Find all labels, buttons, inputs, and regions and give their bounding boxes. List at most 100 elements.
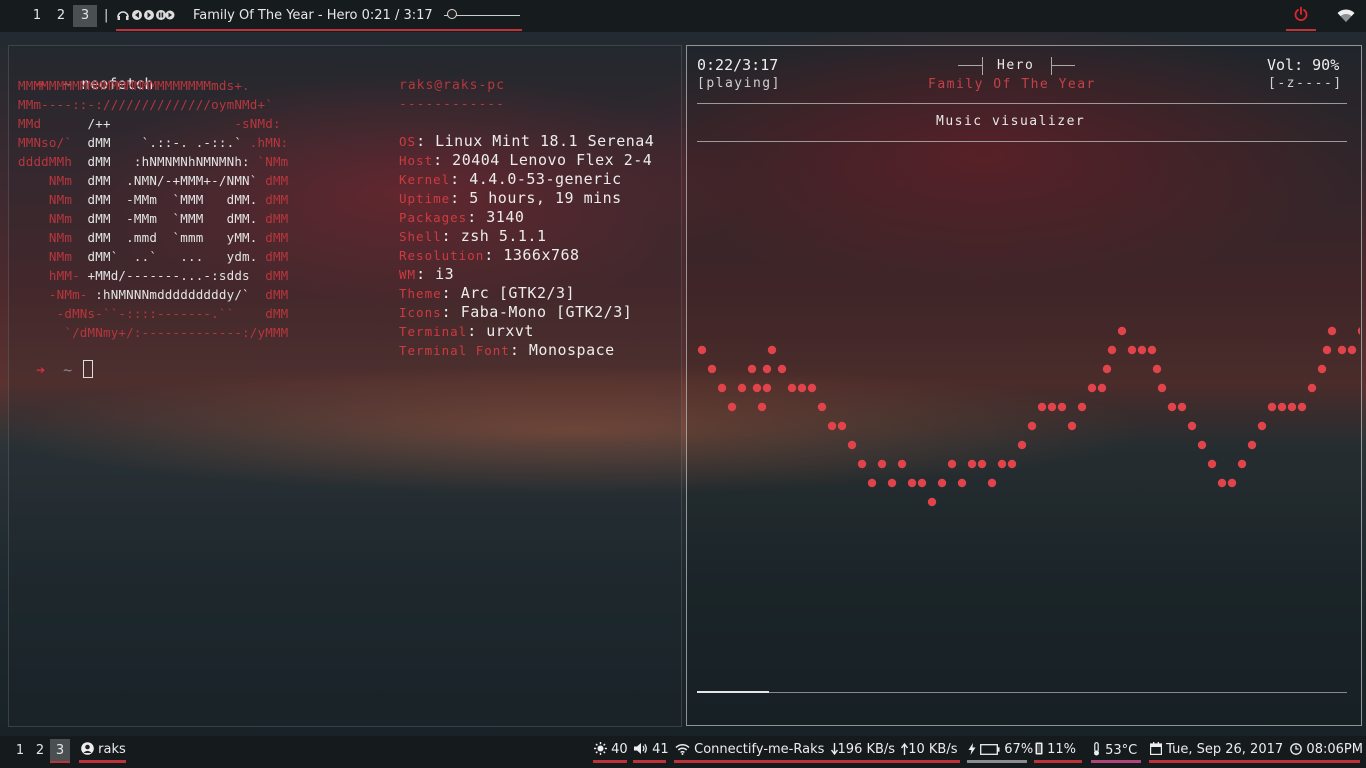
visualizer-dot [1067,421,1077,431]
logo-segment: MMm----::-://////////////oymNMd+` [18,97,273,112]
now-playing-text: Family Of The Year - Hero 0:21 / 3:17 [193,8,433,23]
workspace-3-button[interactable]: 3 [73,5,97,27]
visualizer-dot [827,421,837,431]
temperature-underline [1091,760,1141,763]
thermometer-icon [1094,742,1099,756]
info-colon: : [450,189,470,207]
speaker-icon [634,743,647,754]
info-value: 4.4.0-53-generic [469,170,622,188]
logo-segment: NMm [18,192,88,207]
visualizer-dot [747,364,757,374]
top-bar: 1 2 3 | Family Of The Year - Hero 0:21 /… [0,0,1366,32]
volume-value: 41 [652,742,669,757]
visualizer-dot [807,383,817,393]
workspace-1-button[interactable]: 1 [10,739,30,763]
visualizer-dot [997,459,1007,469]
visualizer-dot [1147,345,1157,355]
info-divider: ------------ [399,97,505,112]
visualizer-dot [1322,345,1332,355]
battery-indicator[interactable]: 67% [968,742,1033,757]
logo-segment: NMm [18,230,88,245]
visualizer-dot [1087,383,1097,393]
logo-segment: dMM .NMN/-+MMM+-/NMN` [87,173,266,188]
seek-knob[interactable] [447,9,457,19]
info-key: Terminal [399,324,468,339]
logo-segment: dMM -MMm `MMM dMM. [87,192,266,207]
logo-segment: dMM [265,211,289,226]
logo-line: -NMm- :hNMNNNmdddddddddy/` dMM [18,285,288,304]
visualizer-dot [1297,402,1307,412]
workspace-1-button[interactable]: 1 [25,5,49,27]
brightness-underline [593,760,627,763]
visualizer-dot [877,459,887,469]
playback-flags: [-z----] [1268,76,1343,91]
info-key: OS [399,134,417,149]
visualizer-dot [737,383,747,393]
visualizer-dot [857,459,867,469]
header-divider [697,103,1347,104]
download-arrow-icon [830,743,838,755]
elapsed-time: 0:22/3:17 [697,56,779,74]
power-icon[interactable] [1293,6,1309,22]
logo-segment: +MMd/-------...-:sdds [87,268,266,283]
progress-track[interactable] [697,692,1347,693]
visualizer-dot [927,497,937,507]
visualizer-dot [1102,364,1112,374]
date-value: Tue, Sep 26, 2017 [1166,742,1284,757]
bottom-bar: 1 2 3 raks 40 41 Connectify-me-Raks 196 … [0,736,1366,768]
info-colon: : [441,227,461,245]
terminal-active-prompt[interactable]: ➔ ~ [18,341,94,380]
media-buttons-icon[interactable] [117,9,175,21]
visualizer-dot [1152,364,1162,374]
visualizer-dot [817,402,827,412]
song-title: Hero [997,58,1035,73]
logo-segment: hMM- [18,268,88,283]
battery-icon [980,744,1000,755]
visualizer-dot [967,459,977,469]
visualizer-dot [752,383,762,393]
volume-indicator[interactable]: 41 [634,742,669,757]
logo-line: NMm dMM .NMN/-+MMM+-/NMN` dMM [18,171,288,190]
temperature-indicator[interactable]: 53°C [1092,742,1137,758]
info-value: urxvt [486,322,534,340]
info-row: Uptime: 5 hours, 19 mins [399,189,622,209]
wifi-icon[interactable] [1337,9,1355,23]
logo-segment: -NMm- [18,287,96,302]
visualizer-dot [1347,345,1357,355]
date-indicator[interactable]: Tue, Sep 26, 2017 08:06PM [1150,742,1363,757]
visualizer-dot [727,402,737,412]
logo-line: NMm dMM -MMm `MMM dMM. dMM [18,209,288,228]
terminal-cursor[interactable] [83,360,94,378]
logo-line: hMM- +MMd/-------...-:sdds dMM [18,266,288,285]
workspace-2-button[interactable]: 2 [30,739,50,763]
separator: | [104,8,109,23]
visualizer-dot [897,459,907,469]
cpu-indicator[interactable]: 11% [1035,742,1076,757]
visualizer-title: Music visualizer [936,114,1086,129]
visualizer-dot [1337,345,1347,355]
info-row: WM: i3 [399,265,454,285]
visualizer-dot [957,478,967,488]
title-deco-right-bar [1051,57,1052,75]
workspace-3-button[interactable]: 3 [50,739,70,763]
logo-segment: -dMNs-``-::::-------.`` [18,306,266,321]
logo-segment: MMMMMMMMMMMMMMMMMMMMMMMMMmds+. [18,78,250,93]
info-row: Terminal: urxvt [399,322,534,342]
brightness-indicator[interactable]: 40 [594,742,628,757]
workspace-2-button[interactable]: 2 [49,5,73,27]
logo-segment: dMM -MMm `MMM dMM. [87,211,266,226]
music-visualizer [697,326,1360,507]
logo-segment: MMNso/` [18,135,88,150]
user-host-text: raks@raks-pc [399,78,505,93]
visualizer-dot [1327,326,1337,336]
network-indicator[interactable]: Connectify-me-Raks 196 KB/s 10 KB/s [675,742,958,757]
volume-level[interactable]: Vol: 90% [1267,56,1339,74]
visualizer-dot [1167,402,1177,412]
visualizer-dot [1267,402,1277,412]
logo-segment: :hNMNNNmdddddddddy/` [95,287,266,302]
info-key: Kernel [399,172,451,187]
play-state: [playing] [697,76,781,91]
logo-segment: dMM [265,268,289,283]
visualizer-dot [1217,478,1227,488]
media-controls[interactable] [117,8,175,22]
